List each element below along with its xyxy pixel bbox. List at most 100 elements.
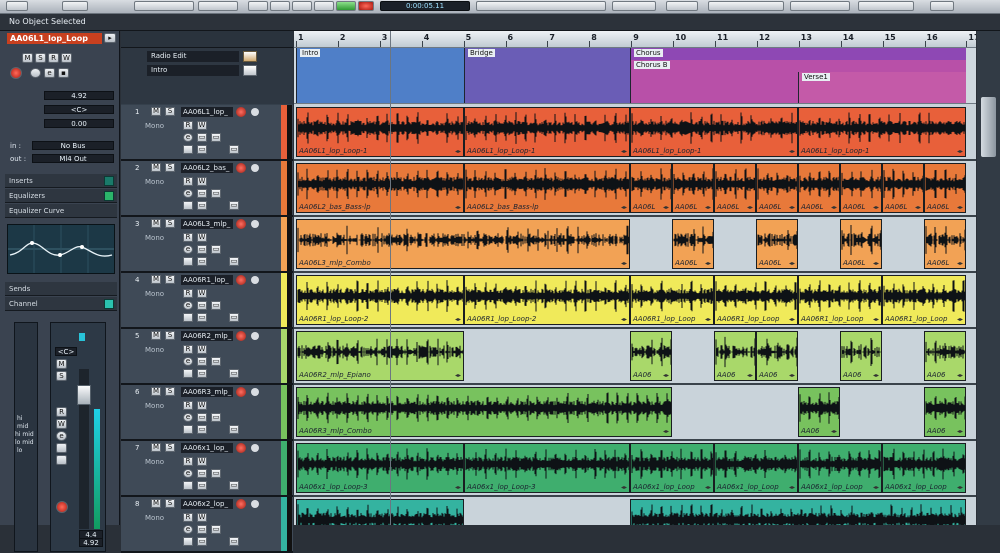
track-mute-button[interactable]: M (151, 499, 161, 508)
track-automation-icon[interactable]: ▭ (229, 369, 239, 378)
audio-event[interactable]: AA06R3_mlp_Combo ◂▸ (296, 387, 672, 437)
track-record-button[interactable] (236, 107, 246, 117)
timeline-ruler[interactable]: 1234567891011121314151617 (294, 31, 976, 48)
event-handle-icon[interactable]: ◂▸ (789, 484, 795, 491)
track-mute-button[interactable]: M (151, 219, 161, 228)
output-routing-select[interactable]: Ml4 Out (32, 154, 114, 163)
delay-field[interactable]: 0.00 (44, 119, 114, 128)
track-lane[interactable]: AA06R3_mlp_Combo ◂▸ AA06 ◂▸ AA06 ◂▸ (294, 385, 976, 441)
audio-event[interactable]: AA06x1_lop_Loop ◂▸ (798, 443, 882, 493)
monitor-icon[interactable] (251, 500, 259, 508)
track-folder-icon[interactable] (183, 369, 193, 378)
audio-event[interactable]: AA06L ◂▸ (924, 163, 966, 213)
read-button[interactable]: R (48, 53, 59, 63)
quantize-dropdown[interactable] (790, 1, 850, 11)
track-lane[interactable]: AA06L1_lop_Loop-1 ◂▸ AA06L1_lop_Loop-1 ◂… (294, 105, 976, 161)
track-lane-icon[interactable]: ▭ (211, 357, 221, 366)
track-lane-icon[interactable]: ▭ (211, 469, 221, 478)
audio-event[interactable]: AA06L ◂▸ (840, 163, 882, 213)
track-mute-button[interactable]: M (151, 443, 161, 452)
track-name[interactable]: AA06R2_mlp_ (181, 331, 233, 341)
track-folder-icon[interactable] (183, 425, 193, 434)
track-edit-button[interactable]: e (183, 189, 193, 198)
track-read-button[interactable]: R (183, 289, 193, 298)
audio-event[interactable]: AA06L ◂▸ (756, 163, 798, 213)
stop-button[interactable] (292, 1, 312, 11)
eq-curve-graph[interactable] (7, 224, 115, 274)
audio-event[interactable]: AA06L ◂▸ (882, 163, 924, 213)
track-read-button[interactable]: R (183, 457, 193, 466)
track-record-button[interactable] (236, 387, 246, 397)
track-folder-icon[interactable] (183, 481, 193, 490)
toolbar-button[interactable] (930, 1, 954, 11)
track-folder-icon[interactable] (183, 201, 193, 210)
track-read-button[interactable]: R (183, 177, 193, 186)
track-row[interactable]: 5 M S AA06R2_mlp_ Mono R W e ▭ ▭ ▭ ▭ (121, 329, 293, 385)
track-lane-icon[interactable]: ▭ (211, 301, 221, 310)
track-name[interactable]: AA06R1_lop_ (181, 275, 233, 285)
track-name[interactable]: AA06L3_mlp_ (181, 219, 233, 229)
event-handle-icon[interactable]: ◂▸ (705, 484, 711, 491)
event-handle-icon[interactable]: ◂▸ (621, 316, 627, 323)
track-timebase-icon[interactable]: ▭ (197, 425, 207, 434)
fader-insert-button[interactable] (56, 455, 67, 465)
monitor-icon[interactable] (251, 388, 259, 396)
track-solo-button[interactable]: S (165, 387, 175, 396)
track-write-button[interactable]: W (197, 177, 207, 186)
preset-select[interactable]: Radio Edit (147, 51, 239, 62)
marker-lock-icon[interactable] (243, 65, 257, 76)
audio-event[interactable]: ◂▸ (630, 499, 966, 525)
event-handle-icon[interactable]: ◂▸ (621, 260, 627, 267)
event-handle-icon[interactable]: ◂▸ (957, 428, 963, 435)
audio-event[interactable]: AA06L2_bas_Bass-lp ◂▸ (464, 163, 630, 213)
track-lane[interactable]: AA06L2_bas_Bass-lp ◂▸ AA06L2_bas_Bass-lp… (294, 161, 976, 217)
track-edit-button[interactable]: e (183, 413, 193, 422)
track-read-button[interactable]: R (183, 233, 193, 242)
lock-icon[interactable]: ▪ (58, 68, 69, 78)
audio-event[interactable]: AA06L ◂▸ (672, 219, 714, 269)
event-handle-icon[interactable]: ◂▸ (621, 204, 627, 211)
monitor-icon[interactable] (251, 164, 259, 172)
track-write-button[interactable]: W (197, 289, 207, 298)
track-automation-icon[interactable]: ▭ (229, 481, 239, 490)
inspector-menu-button[interactable]: ▸ (104, 33, 116, 43)
track-record-button[interactable] (236, 443, 246, 453)
mute-button[interactable]: M (22, 53, 33, 63)
audio-event[interactable]: AA06 ◂▸ (840, 331, 882, 381)
monitor-icon[interactable] (251, 444, 259, 452)
scrollbar-thumb[interactable] (981, 97, 996, 157)
track-automation-icon[interactable]: ▭ (229, 201, 239, 210)
channel-section[interactable]: Channel (5, 297, 117, 311)
audio-event[interactable]: AA06x1_lop_Loop-3 ◂▸ (296, 443, 464, 493)
audio-event[interactable]: AA06R2_mlp_Epiano ◂▸ (296, 331, 464, 381)
arrange-window[interactable]: 1234567891011121314151617 IntroBridgeCho… (294, 31, 976, 525)
track-automation-icon[interactable]: ▭ (229, 313, 239, 322)
track-lane-icon[interactable]: ▭ (211, 245, 221, 254)
audio-event[interactable]: AA06R1_lop_Loop-2 ◂▸ (296, 275, 464, 325)
toolbar-button[interactable] (62, 1, 88, 11)
track-mute-button[interactable]: M (151, 163, 161, 172)
event-handle-icon[interactable]: ◂▸ (915, 204, 921, 211)
event-handle-icon[interactable]: ◂▸ (789, 204, 795, 211)
track-freeze-icon[interactable]: ▭ (197, 357, 207, 366)
track-mute-button[interactable]: M (151, 107, 161, 116)
track-edit-button[interactable]: e (183, 301, 193, 310)
monitor-icon[interactable] (251, 108, 259, 116)
tool-buttons[interactable] (476, 1, 606, 11)
record-enable-button[interactable] (10, 67, 22, 79)
event-handle-icon[interactable]: ◂▸ (873, 372, 879, 379)
track-mute-button[interactable]: M (151, 275, 161, 284)
audio-event[interactable]: AA06R1_lop_Loop ◂▸ (882, 275, 966, 325)
marker-intro[interactable]: Intro (296, 48, 464, 103)
track-timebase-icon[interactable]: ▭ (197, 201, 207, 210)
track-solo-button[interactable]: S (165, 163, 175, 172)
inspector-track-name[interactable]: AA06L1_lop_Loop (7, 33, 102, 44)
audio-event[interactable]: AA06L1_lop_Loop-1 ◂▸ (464, 107, 630, 157)
volume-field[interactable]: 4.92 (44, 91, 114, 100)
event-handle-icon[interactable]: ◂▸ (747, 204, 753, 211)
track-edit-button[interactable]: e (183, 357, 193, 366)
event-handle-icon[interactable]: ◂▸ (957, 484, 963, 491)
track-freeze-icon[interactable]: ▭ (197, 469, 207, 478)
marker-bridge[interactable]: Bridge (464, 48, 630, 103)
cycle-button[interactable] (314, 1, 334, 11)
